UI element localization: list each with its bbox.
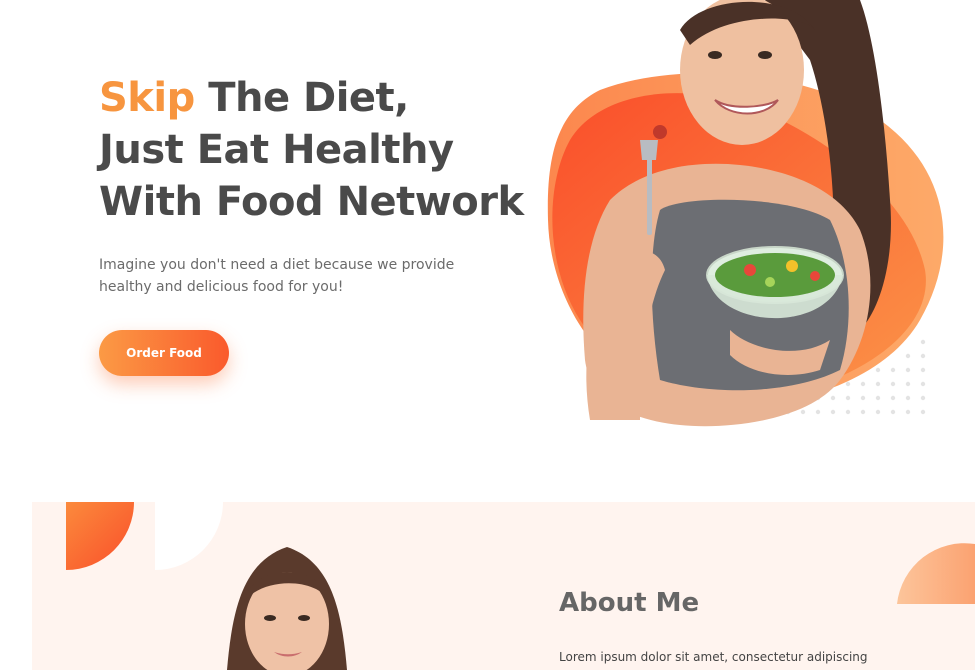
hero-description: Imagine you don't need a diet because we… [99,257,455,295]
hero-illustration [530,0,975,440]
woman-figure [583,0,891,427]
order-food-button[interactable]: Order Food [99,330,229,376]
about-title: About Me [559,588,700,618]
orange-half-circle-decor [897,543,975,604]
hero-section: Skip The Diet, Just Eat Healthy With Foo… [0,0,975,500]
hero-photo-svg [547,0,944,427]
hero-title-line-2: Just Eat Healthy [99,127,454,173]
about-section: About Me Lorem ipsum dolor sit amet, con… [32,502,975,670]
hero-title: Skip The Diet, Just Eat Healthy With Foo… [99,72,539,228]
about-text: Lorem ipsum dolor sit amet, consectetur … [559,650,868,664]
about-portrait-photo [227,547,347,670]
hero-title-line-3: With Food Network [99,179,524,225]
hero-title-line-1: Skip The Diet, [99,72,539,124]
hero-title-line-1-rest: The Diet, [194,75,409,121]
orange-quarter-circle-decor [66,502,134,570]
white-quarter-circle-decor [155,502,223,570]
hero-title-accent: Skip [99,75,195,121]
